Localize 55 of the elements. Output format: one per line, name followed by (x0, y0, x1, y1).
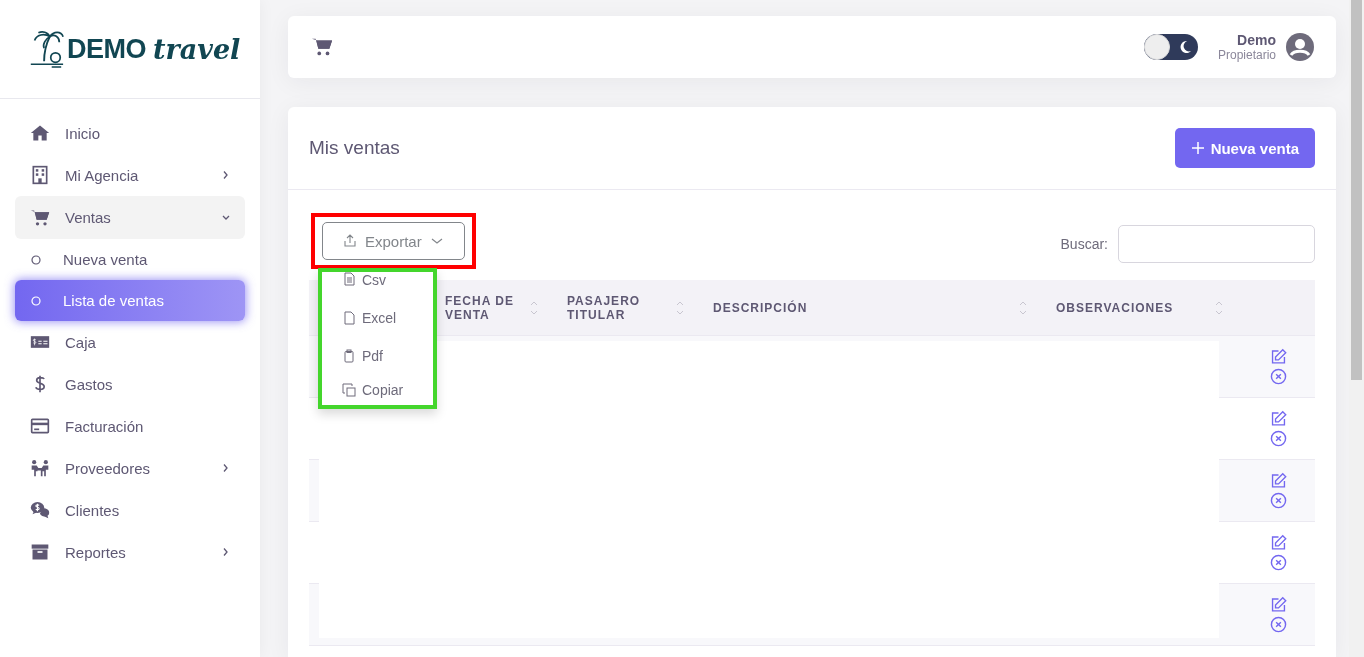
edit-icon (1269, 472, 1287, 489)
submenu-item[interactable]: Nueva venta (15, 239, 245, 280)
export-option[interactable]: Excel (322, 299, 433, 337)
search-label: Buscar: (1060, 236, 1108, 252)
home-icon (29, 123, 51, 143)
search-field[interactable] (1118, 225, 1315, 263)
archive-box-icon (29, 542, 51, 562)
submenu-item[interactable]: Lista de ventas (15, 280, 245, 321)
circle-icon (31, 295, 41, 306)
logo-text: DEMO (67, 33, 146, 65)
export-option[interactable]: Csv (322, 272, 433, 299)
column-header[interactable]: DESCRIPCIÓN (713, 300, 808, 315)
edit-icon (1269, 596, 1287, 613)
column-header[interactable]: FECHA DE VENTA (445, 293, 529, 322)
scrollbar[interactable] (1349, 0, 1364, 657)
edit-icon (1269, 348, 1287, 365)
edit-icon (1269, 534, 1287, 551)
upload-icon (343, 234, 357, 248)
circle-icon (31, 254, 41, 265)
cancel-circle-icon (1269, 368, 1287, 385)
nav-item[interactable]: Proveedores (15, 447, 245, 489)
nav-item[interactable]: Mi Agencia (15, 154, 245, 196)
plus-icon (1190, 141, 1205, 155)
nav-item[interactable]: Gastos (15, 363, 245, 405)
clipboard-icon (342, 349, 356, 363)
nav-item[interactable]: Reportes (15, 531, 245, 573)
cancel-circle-icon (1269, 616, 1287, 633)
user-name: Demo (1237, 32, 1276, 48)
nav-item[interactable]: Caja (15, 321, 245, 363)
export-button[interactable]: Exportar (322, 222, 465, 260)
theme-toggle[interactable] (1143, 34, 1198, 60)
document-icon (342, 272, 356, 286)
credit-card-icon (29, 416, 51, 436)
new-sale-button[interactable]: Nueva venta (1174, 128, 1315, 168)
export-option[interactable]: Pdf (322, 337, 433, 375)
column-header[interactable]: PASAJERO TITULAR (567, 293, 675, 322)
file-icon (342, 311, 356, 325)
column-header[interactable]: OBSERVACIONES (1056, 300, 1174, 315)
nav-item[interactable]: Facturación (15, 405, 245, 447)
edit-icon (1269, 410, 1287, 427)
nav-item[interactable]: Ventas (15, 196, 245, 239)
export-option[interactable]: Copiar (322, 375, 433, 405)
copy-icon (342, 383, 356, 397)
cancel-circle-icon (1269, 492, 1287, 509)
cancel-circle-icon (1269, 430, 1287, 447)
user-role: Propietario (1217, 48, 1276, 62)
people-icon (29, 458, 51, 478)
nav-item[interactable]: Clientes (15, 489, 245, 531)
cancel-circle-icon (1269, 554, 1287, 571)
scrollbar-thumb[interactable] (1351, 0, 1362, 380)
avatar-icon (1286, 33, 1314, 61)
logo-tagline: travel (153, 33, 241, 65)
chat-bubbles-icon (29, 500, 51, 520)
page-title: Mis ventas (309, 137, 400, 159)
nav-item[interactable]: Inicio (15, 112, 245, 154)
